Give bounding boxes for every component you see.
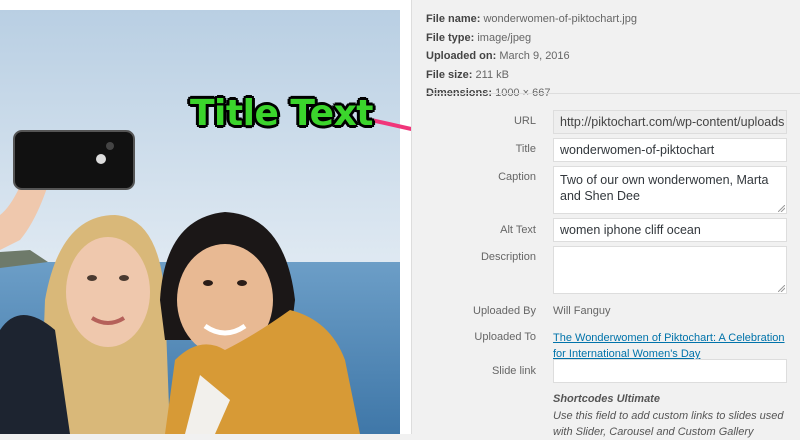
url-label: URL	[513, 115, 536, 127]
title-field[interactable]: wonderwomen-of-piktochart	[553, 138, 787, 162]
shortcodes-description: Use this field to add custom links to sl…	[553, 410, 784, 438]
file-size-row: File size: 211 kB	[426, 68, 509, 81]
divider	[426, 93, 800, 94]
caption-field[interactable]: Two of our own wonderwomen, Marta and Sh…	[553, 166, 787, 214]
file-info: File name: wonderwomen-of-piktochart.jpg…	[426, 10, 637, 103]
alt-text-field[interactable]: women iphone cliff ocean	[553, 218, 787, 242]
file-name-row: File name: wonderwomen-of-piktochart.jpg	[426, 13, 637, 25]
uploaded-on: March 9, 2016	[499, 50, 570, 62]
shortcodes-title: Shortcodes Ultimate	[553, 393, 660, 405]
file-type: image/jpeg	[477, 31, 532, 44]
description-label: Description	[480, 251, 536, 263]
photo-illustration	[0, 0, 411, 434]
title-label: Title	[515, 143, 536, 155]
slide-link-label: Slide link	[491, 365, 536, 377]
uploaded-on-row: Uploaded on: March 9, 2016	[426, 50, 570, 62]
slide-link-field[interactable]	[553, 359, 787, 383]
caption-label: Caption	[498, 171, 536, 183]
description-field[interactable]	[553, 246, 787, 294]
title-text-annotation: Title Text	[190, 93, 374, 134]
resize-handle-icon[interactable]	[778, 285, 785, 292]
resize-handle-icon[interactable]	[778, 205, 785, 212]
attachment-details-panel: File name: wonderwomen-of-piktochart.jpg…	[411, 0, 800, 438]
file-name: wonderwomen-of-piktochart.jpg	[483, 13, 637, 25]
file-type-row: File type: image/jpeg	[426, 31, 532, 44]
uploaded-by-label: Uploaded By	[473, 305, 536, 317]
file-size: 211 kB	[475, 68, 509, 81]
uploaded-to-label: Uploaded To	[474, 331, 536, 343]
url-field[interactable]: http://piktochart.com/wp-content/uploads	[553, 110, 787, 134]
alt-text-label: Alt Text	[500, 224, 536, 236]
uploaded-to-link[interactable]: The Wonderwomen of Piktochart: A Celebra…	[553, 330, 793, 362]
caption-text: Two of our own wonderwomen, Marta and Sh…	[560, 173, 769, 203]
uploaded-by-value: Will Fanguy	[553, 305, 611, 317]
attachment-photo: Title Text	[0, 0, 411, 434]
